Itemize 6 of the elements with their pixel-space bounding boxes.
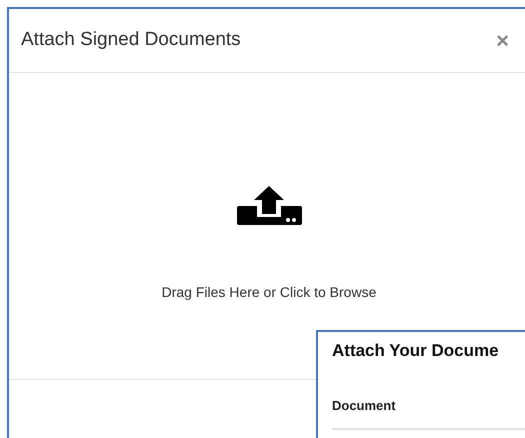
- upload-icon: [236, 186, 302, 226]
- close-button[interactable]: ×: [494, 30, 511, 52]
- drop-instruction[interactable]: Drag Files Here or Click to Browse: [162, 274, 376, 303]
- column-header: Document: [332, 396, 525, 430]
- panel-title: Attach Your Docume: [332, 340, 500, 362]
- dialog-title: Attach Signed Documents: [21, 28, 241, 52]
